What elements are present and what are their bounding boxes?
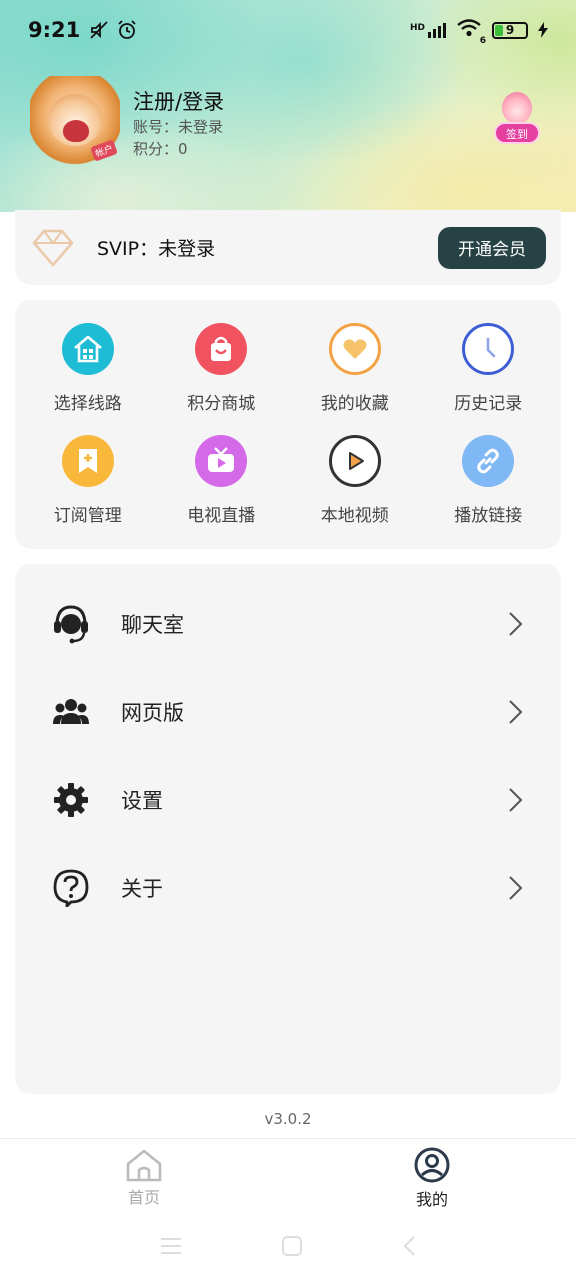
menu-item-settings[interactable]: 设置 <box>15 756 561 844</box>
clock-icon <box>462 322 515 375</box>
feature-grid: 选择线路 积分商城 我的收藏 历史记录 订阅管理 电视直播 本地视频 播放链接 <box>15 300 561 549</box>
back-icon[interactable] <box>401 1235 417 1257</box>
play-circle-icon <box>328 435 381 488</box>
menu-item-about[interactable]: 关于 <box>15 844 561 932</box>
status-bar: 9:21 HD 6 9 <box>0 0 576 60</box>
tv-icon <box>195 435 248 488</box>
grid-item-favorites[interactable]: 我的收藏 <box>288 312 422 425</box>
users-icon <box>51 692 91 732</box>
chevron-right-icon <box>509 700 523 724</box>
points-text: 积分：0 <box>133 140 188 158</box>
link-icon <box>462 435 515 488</box>
grid-item-mall[interactable]: 积分商城 <box>155 312 289 425</box>
chevron-right-icon <box>509 876 523 900</box>
mute-icon <box>90 21 108 39</box>
version-text: v3.0.2 <box>264 1110 312 1128</box>
signal-icon: HD <box>410 22 446 38</box>
avatar-badge: 帐户 <box>90 139 118 162</box>
wifi-icon: 6 <box>456 18 486 46</box>
grid-item-subscriptions[interactable]: 订阅管理 <box>21 425 155 538</box>
menu-item-chatroom[interactable]: 聊天室 <box>15 580 561 668</box>
grid-item-local-video[interactable]: 本地视频 <box>288 425 422 538</box>
checkin-button[interactable]: 签到 <box>492 92 542 148</box>
menu-icon[interactable] <box>159 1236 183 1256</box>
headset-icon <box>51 604 91 644</box>
house-icon <box>61 322 114 375</box>
gear-icon <box>51 780 91 820</box>
question-icon <box>51 868 91 908</box>
nav-tab-me[interactable]: 我的 <box>288 1139 576 1212</box>
grid-item-play-link[interactable]: 播放链接 <box>422 425 556 538</box>
nav-tab-home[interactable]: 首页 <box>0 1139 288 1212</box>
grid-item-route[interactable]: 选择线路 <box>21 312 155 425</box>
svip-card: SVIP：未登录 开通会员 <box>15 210 561 285</box>
menu-item-web[interactable]: 网页版 <box>15 668 561 756</box>
checkin-mascot <box>502 92 532 124</box>
home-square-icon[interactable] <box>281 1235 303 1257</box>
profile-icon <box>414 1147 450 1182</box>
account-text: 账号：未登录 <box>133 118 224 136</box>
bookmark-plus-icon <box>61 435 114 488</box>
chevron-right-icon <box>509 788 523 812</box>
alarm-icon <box>118 20 136 39</box>
diamond-icon <box>32 229 74 266</box>
svip-status: SVIP：未登录 <box>97 238 216 260</box>
battery-icon: 9 <box>492 21 528 39</box>
status-time: 9:21 <box>28 18 81 42</box>
grid-item-history[interactable]: 历史记录 <box>422 312 556 425</box>
login-link[interactable]: 注册/登录 <box>133 86 224 116</box>
heart-icon <box>328 322 381 375</box>
home-icon <box>126 1149 162 1181</box>
open-vip-button[interactable]: 开通会员 <box>438 226 546 269</box>
grid-item-live-tv[interactable]: 电视直播 <box>155 425 289 538</box>
menu-list: 聊天室 网页版 设置 关于 <box>15 564 561 1094</box>
profile-header: 9:21 HD 6 9 帐户 注册/登录 账号：未登录 积分：0 签到 <box>0 0 576 212</box>
shopping-bag-icon <box>195 322 248 375</box>
system-nav-bar <box>0 1212 576 1280</box>
chevron-right-icon <box>509 612 523 636</box>
bottom-nav: 首页 我的 <box>0 1138 576 1212</box>
checkin-label: 签到 <box>494 122 540 144</box>
avatar[interactable]: 帐户 <box>30 76 120 166</box>
charging-icon <box>538 22 548 38</box>
